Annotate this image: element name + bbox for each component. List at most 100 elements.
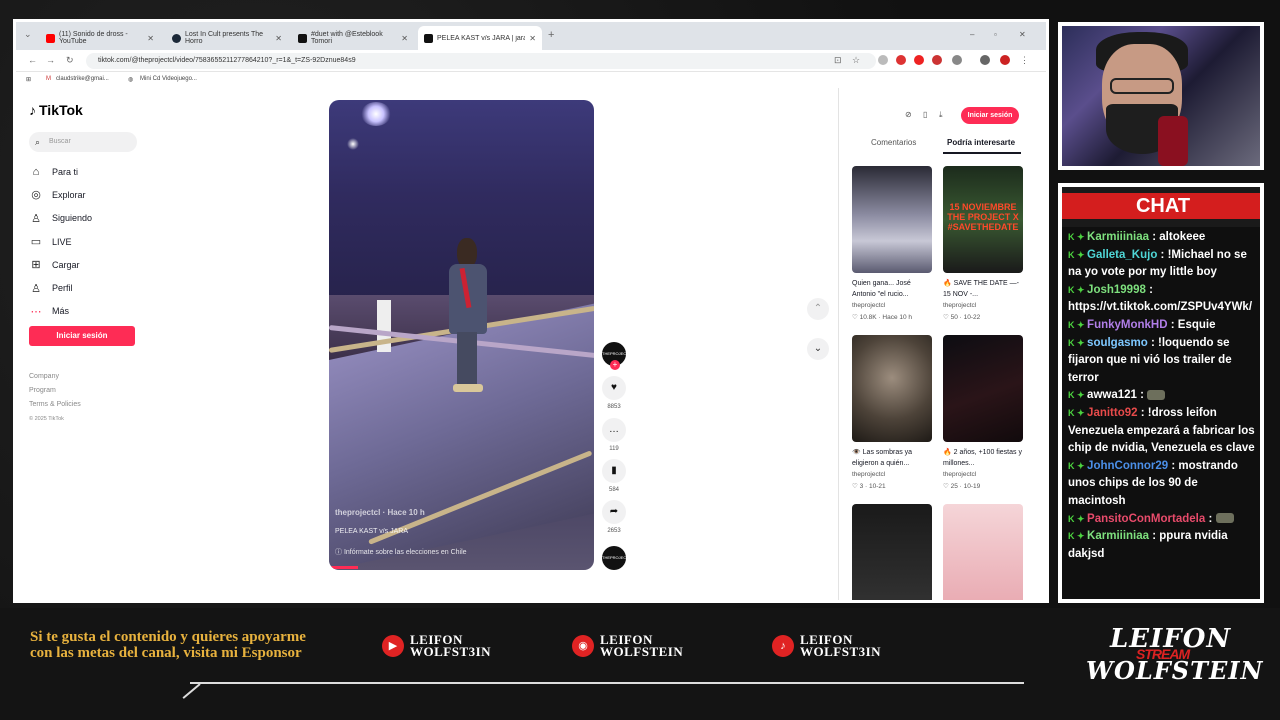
chat-username[interactable]: Janitto92 [1087,407,1138,419]
card-description[interactable]: 🔥 2 años, +100 fiestas y millones... [943,447,1025,469]
chat-title: CHAT [1135,195,1191,217]
minimize-icon[interactable]: – [970,30,974,39]
sidebar-item-mas[interactable]: ⋯ Más [29,300,92,323]
card-user[interactable]: theprojectcl [943,471,976,478]
coins-icon[interactable]: ⊘ [905,110,912,119]
url-field[interactable]: tiktok.com/@theprojectcl/video/758365521… [86,53,876,69]
tab-lost-in-cult[interactable]: Lost In Cult presents The Horro ✕ [166,26,288,50]
menu-icon[interactable]: ⋮ [1020,55,1029,66]
card-description[interactable]: 👁️ Las sombras ya eligieron a quién... [852,447,934,469]
video-thumbnail[interactable] [943,335,1023,442]
video-thumbnail[interactable] [852,166,932,273]
card-description[interactable]: Quien gana... José Antonio "el rucio... [852,278,934,300]
card-user[interactable]: theprojectcl [852,471,885,478]
footer-link-program[interactable]: Program [29,384,81,398]
home-icon: ⌂ [32,165,40,178]
sidebar-item-siguiendo[interactable]: ♙ Siguiendo [29,207,92,230]
comment-button[interactable]: … 119 [602,418,626,452]
election-info-link[interactable]: ⓘ Infórmate sobre las elecciones en Chil… [335,547,467,557]
video-progress-bar[interactable] [329,566,359,569]
footer-link-terms[interactable]: Terms & Policies [29,398,81,412]
login-button[interactable]: Iniciar sesión [29,326,135,346]
chat-username[interactable]: PansitoConMortadela [1087,513,1205,525]
card-user[interactable]: theprojectcl [943,302,976,309]
apps-icon[interactable]: ⊞ [26,76,31,83]
right-login-button[interactable]: Iniciar sesión [961,107,1019,124]
reload-icon[interactable]: ↻ [66,55,74,66]
follow-plus-icon[interactable]: + [610,360,620,370]
extension-icon[interactable] [878,55,888,65]
card-description[interactable]: 🔥 SAVE THE DATE —- 15 NOV -... [943,278,1025,300]
install-icon[interactable]: ⊡ [834,55,842,66]
extension-icon[interactable] [932,55,942,65]
download-icon[interactable]: ⤓ [939,110,943,120]
adblock-icon[interactable] [896,55,906,65]
video-thumbnail[interactable] [943,504,1023,600]
sidebar-item-para-ti[interactable]: ⌂ Para ti [29,160,92,183]
video-thumbnail[interactable]: 15 NOVIEMBRE THE PROJECT X #SAVETHEDATE [943,166,1023,273]
footer-link-company[interactable]: Company [29,370,81,384]
tiktok-logo[interactable]: ♪ TikTok [29,102,83,118]
video-author[interactable]: theprojectcl · Hace 10 h [335,508,425,517]
bookmarks-bar: ⊞ M claudstrike@gmai... ◍ Mini Cd Videoj… [16,72,1046,88]
puzzle-icon[interactable] [952,55,962,65]
chat-username[interactable]: Galleta_Kujo [1087,249,1157,261]
election-info-text: Infórmate sobre las elecciones en Chile [343,549,467,556]
close-icon[interactable]: ✕ [275,34,282,43]
chat-username[interactable]: soulgasmo [1087,337,1148,349]
tab-pelea-kast[interactable]: PELEA KAST v/s JARA | jara vs k ✕ [418,26,542,50]
like-button[interactable]: ♥ 8853 [602,376,626,410]
tab-duet[interactable]: #duet with @Esteblook Tomori ✕ [292,26,414,50]
sound-avatar[interactable]: THEPROJECT [602,546,629,570]
share-button[interactable]: ➦ 2653 [602,500,626,534]
chat-username[interactable]: Karmiiiniaa [1087,231,1149,243]
instagram-icon: ◉ [572,635,594,657]
chevron-up-icon[interactable]: ⌃ [807,298,829,320]
tab-youtube[interactable]: (11) Sonido de dross - YouTube ✕ [40,26,160,50]
video-player[interactable]: theprojectcl · Hace 10 h PELEA KAST v/s … [329,100,594,570]
url-text: tiktok.com/@theprojectcl/video/758365521… [98,57,356,64]
tab-label: Lost In Cult presents The Horro [185,31,264,45]
tab-podria-interesarte[interactable]: Podría interesarte [947,138,1015,147]
chat-username[interactable]: Karmiiiniaa [1087,530,1149,542]
sidebar-item-perfil[interactable]: ♙ Perfil [29,276,92,299]
new-tab-button[interactable]: + [548,29,554,41]
like-count: 8853 [607,404,621,410]
window-close-icon[interactable]: ✕ [1019,30,1026,39]
forward-icon[interactable]: → [46,55,55,65]
close-icon[interactable]: ✕ [401,34,408,43]
save-button[interactable]: ▮ 584 [602,459,626,493]
bookmark-gmail[interactable]: claudstrike@gmai... [56,76,109,82]
media-icon[interactable] [980,55,990,65]
maximize-icon[interactable]: ▫ [994,30,997,39]
chevron-down-icon[interactable]: ⌄ [807,338,829,360]
sidebar-item-explorar[interactable]: ◎ Explorar [29,183,92,206]
chat-username[interactable]: Josh19998 [1087,284,1146,296]
close-icon[interactable]: ✕ [147,34,154,43]
figure-shoes [453,384,483,392]
device-icon[interactable]: ▯ [923,110,927,119]
card-user[interactable]: theprojectcl [852,302,885,309]
divider-slant [182,683,201,699]
chat-badge-icon: K ✦ [1068,232,1088,242]
chat-username[interactable]: JohnConnor29 [1087,460,1168,472]
chat-message: K ✦ Galleta_Kujo : !Michael no se na yo … [1068,247,1258,282]
search-placeholder: Buscar [49,138,71,145]
bookmark-minicd[interactable]: Mini Cd Videojuego... [140,76,197,82]
star-icon[interactable]: ☆ [852,55,860,66]
video-thumbnail[interactable] [852,504,932,600]
sidebar-item-live[interactable]: ▭ LIVE [29,230,92,253]
divider-line [190,682,1024,684]
video-thumbnail[interactable] [852,335,932,442]
tab-search-icon[interactable]: ⌄ [24,29,32,40]
sidebar-item-cargar[interactable]: ⊞ Cargar [29,253,92,276]
opera-icon[interactable] [914,55,924,65]
profile-avatar[interactable] [1000,55,1010,65]
chat-username[interactable]: FunkyMonkHD [1087,319,1168,331]
close-icon[interactable]: ✕ [529,34,536,43]
back-icon[interactable]: ← [28,55,37,65]
chat-message: K ✦ soulgasmo : !loquendo se fijaron que… [1068,335,1258,388]
chat-username[interactable]: awwa121 [1087,389,1137,401]
tab-comentarios[interactable]: Comentarios [871,138,916,147]
search-input[interactable]: ⌕ Buscar [29,132,137,152]
